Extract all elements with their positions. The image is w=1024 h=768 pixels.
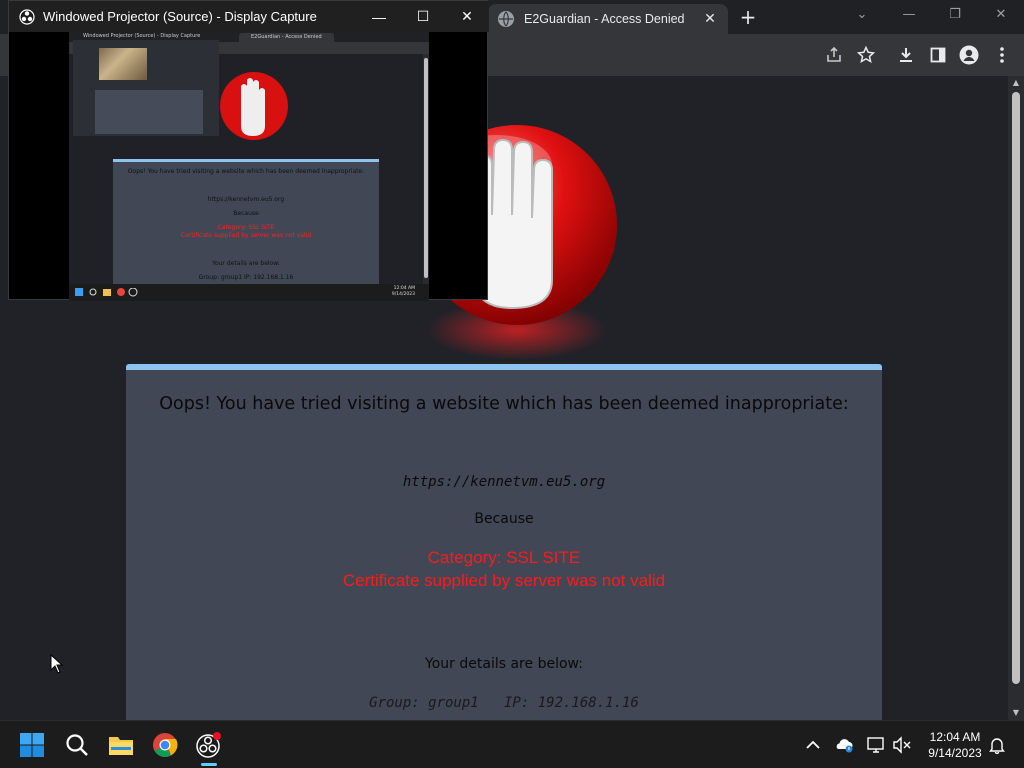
tab-search-icon[interactable]: ⌄	[850, 6, 874, 24]
projector-window[interactable]: Windowed Projector (Source) - Display Ca…	[8, 0, 489, 301]
download-icon[interactable]	[896, 45, 916, 65]
projector-titlebar[interactable]: Windowed Projector (Source) - Display Ca…	[9, 1, 489, 32]
active-app-indicator	[201, 763, 217, 766]
details-heading: Your details are below:	[425, 656, 583, 672]
mini-url: https://kennetvm.eu5.org	[207, 196, 285, 203]
chrome-icon[interactable]	[151, 731, 179, 759]
close-window-icon[interactable]: ✕	[989, 6, 1013, 24]
mini-window-title: Windowed Projector (Source) - Display Ca…	[83, 33, 201, 39]
bookmark-star-icon[interactable]	[856, 45, 876, 65]
maximize-icon[interactable]: ☐	[401, 1, 445, 32]
mini-headline: Oops! You have tried visiting a website …	[127, 168, 365, 175]
clock-date: 9/14/2023	[928, 746, 982, 760]
close-icon[interactable]: ✕	[445, 1, 489, 32]
profile-avatar-icon[interactable]	[959, 45, 979, 65]
start-icon[interactable]	[18, 731, 46, 759]
mini-tab: E2Guardian - Access Denied	[239, 33, 334, 42]
file-explorer-icon[interactable]	[107, 731, 135, 759]
system-clock[interactable]: 12:04 AM 9/14/2023	[920, 729, 990, 761]
clock-time: 12:04 AM	[929, 730, 981, 744]
windows-taskbar: 12:04 AM 9/14/2023	[0, 720, 1024, 768]
mini-nested-panel	[95, 90, 203, 134]
mini-taskbar: 12:04 AM 9/14/2023	[69, 284, 429, 301]
page-scrollbar[interactable]: ▲ ▼	[1008, 76, 1024, 720]
blocked-url: https://kennetvm.eu5.org	[402, 474, 606, 490]
mini-because: Because	[233, 210, 259, 217]
new-tab-button[interactable]: +	[738, 7, 758, 27]
scroll-up-icon[interactable]: ▲	[1008, 76, 1024, 90]
tab-title: E2Guardian - Access Denied	[524, 12, 685, 26]
mini-group-line: Group: group1 IP: 192.168.1.16	[198, 274, 294, 281]
reason-category: Category: SSL SITE	[427, 548, 581, 567]
projector-title: Windowed Projector (Source) - Display Ca…	[43, 9, 317, 24]
projector-capture: Windowed Projector (Source) - Display Ca…	[69, 32, 429, 301]
mini-clock-date: 9/14/2023	[391, 292, 415, 297]
because-label: Because	[474, 511, 534, 527]
minimize-icon[interactable]: —	[897, 6, 921, 24]
group-ip-line: Group: group1 IP: 192.168.1.16	[369, 695, 639, 711]
more-menu-icon[interactable]	[992, 45, 1012, 65]
scroll-thumb[interactable]	[1012, 92, 1020, 684]
denial-headline: Oops! You have tried visiting a website …	[159, 394, 849, 414]
mini-nested-capture	[73, 40, 219, 136]
share-icon[interactable]	[824, 45, 844, 65]
mini-scrollbar	[423, 54, 429, 284]
chevron-up-icon[interactable]	[803, 735, 823, 755]
mouse-pointer-icon	[50, 654, 64, 674]
tab-e2guardian[interactable]: E2Guardian - Access Denied ✕	[488, 4, 728, 34]
volume-muted-icon[interactable]	[892, 735, 912, 755]
obs-icon	[19, 8, 35, 25]
scroll-down-icon[interactable]: ▼	[1008, 706, 1024, 720]
mini-clock: 12:04 AM 9/14/2023	[392, 286, 415, 298]
mini-taskbar-icons	[75, 288, 138, 297]
mini-thumbnail-image	[99, 48, 147, 80]
mini-details: Your details are below:	[212, 260, 280, 267]
reason-detail: Certificate supplied by server was not v…	[342, 571, 666, 590]
notification-bell-icon[interactable]	[987, 735, 1007, 755]
restore-icon[interactable]: ❐	[943, 6, 967, 24]
onedrive-icon[interactable]	[834, 735, 854, 755]
mini-denial-panel: Oops! You have tried visiting a website …	[113, 159, 379, 284]
close-tab-icon[interactable]: ✕	[702, 11, 718, 27]
mini-reason-detail: Certificate supplied by server was not v…	[180, 232, 312, 239]
mini-stop-hand-icon	[220, 72, 288, 140]
side-panel-icon[interactable]	[928, 45, 948, 65]
obs-taskbar-icon[interactable]	[195, 731, 223, 759]
minimize-icon[interactable]: —	[357, 1, 401, 32]
mini-reason-category: Category: SSL SITE	[217, 224, 275, 231]
search-icon[interactable]	[63, 731, 91, 759]
denial-panel: Oops! You have tried visiting a website …	[126, 364, 882, 720]
network-icon[interactable]	[866, 735, 886, 755]
globe-icon	[498, 11, 514, 27]
